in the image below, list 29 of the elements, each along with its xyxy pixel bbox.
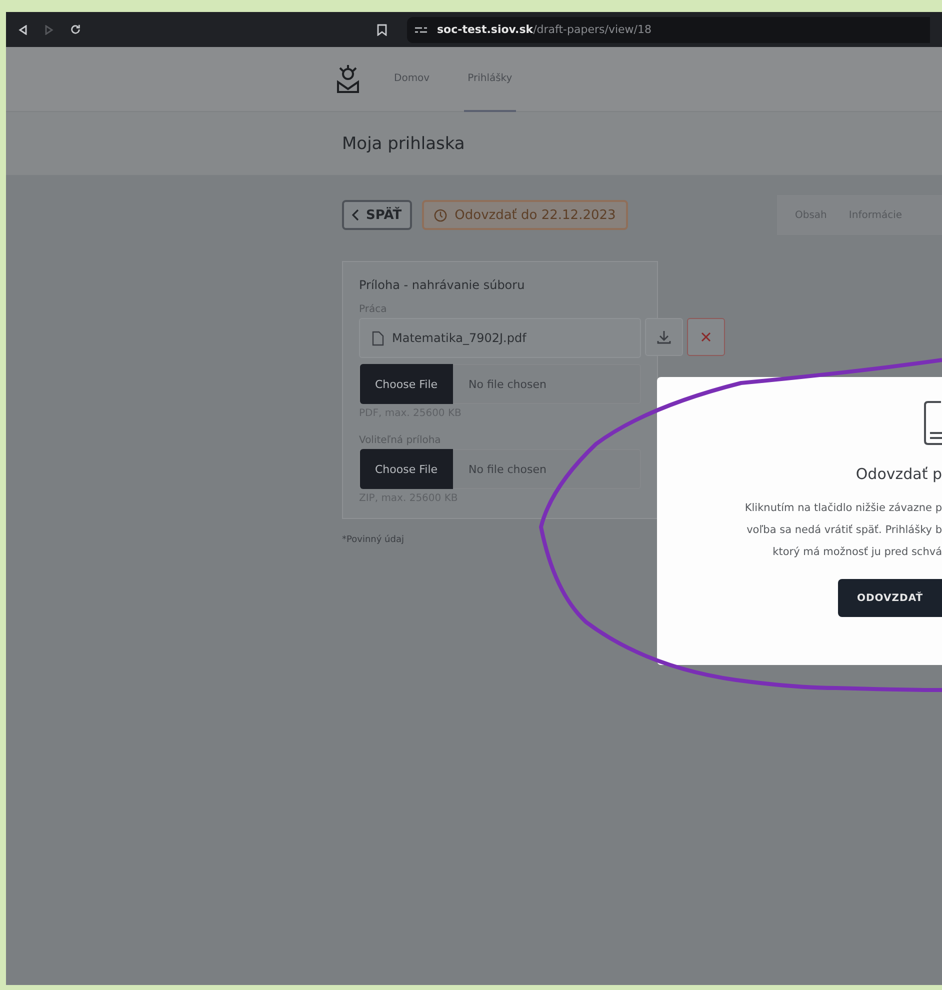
uploaded-file: Matematika_7902J.pdf xyxy=(359,318,641,358)
document-icon xyxy=(924,401,942,445)
file-input[interactable]: Choose File No file chosen xyxy=(359,364,641,404)
deadline-badge: Odovzdať do 22.12.2023 xyxy=(422,200,628,230)
dialog-title: Odovzdať p xyxy=(856,465,942,483)
logo-icon[interactable] xyxy=(336,64,360,94)
download-button[interactable] xyxy=(645,318,683,356)
download-icon xyxy=(656,329,672,345)
chevron-left-icon xyxy=(352,209,360,221)
back-button[interactable]: SPÄŤ xyxy=(342,200,412,230)
reload-icon[interactable] xyxy=(70,24,81,35)
card-title: Príloha - nahrávanie súboru xyxy=(359,278,526,292)
back-icon[interactable] xyxy=(18,24,28,34)
dialog-text: Kliknutím na tlačidlo nižšie závazne p xyxy=(744,501,942,516)
required-note: *Povinný údaj xyxy=(342,535,405,545)
choose-file-button[interactable]: Choose File xyxy=(360,364,453,404)
file-icon xyxy=(372,330,384,346)
site-settings-icon[interactable] xyxy=(415,24,427,34)
page-title: Moja prihlaska xyxy=(342,134,465,154)
file-input[interactable]: Choose File No file chosen xyxy=(359,449,641,489)
dialog-text: ktorý má možnosť ju pred schvá xyxy=(772,545,942,560)
bookmark-icon[interactable] xyxy=(377,24,387,36)
file-status: No file chosen xyxy=(468,462,546,476)
close-icon xyxy=(701,332,711,342)
choose-file-button[interactable]: Choose File xyxy=(360,449,453,489)
file-status: No file chosen xyxy=(468,378,546,390)
clock-icon xyxy=(434,208,447,222)
submit-button[interactable]: ODOVZDAŤ xyxy=(838,579,942,617)
dialog-text: voľba sa nedá vrátiť späť. Prihlášky b xyxy=(746,523,942,538)
